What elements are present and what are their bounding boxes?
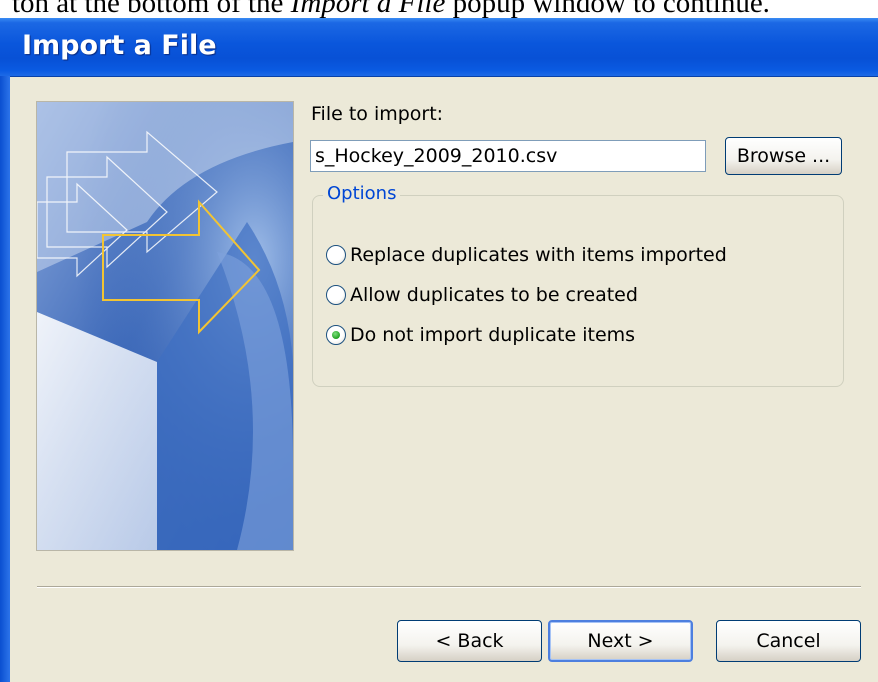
- browse-button[interactable]: Browse ...: [725, 137, 842, 175]
- wizard-banner-image: [36, 101, 294, 551]
- next-button[interactable]: Next >: [548, 620, 693, 662]
- radio-no-duplicates[interactable]: [326, 325, 346, 345]
- window-title: Import a File: [22, 30, 217, 61]
- doc-text-emphasis: Import a File: [290, 0, 446, 19]
- cancel-button[interactable]: Cancel: [716, 620, 861, 662]
- document-instruction-text: ton at the bottom of the Import a File p…: [0, 0, 878, 20]
- file-path-input[interactable]: [310, 140, 706, 172]
- option-label-allow: Allow duplicates to be created: [350, 284, 638, 306]
- radio-replace-duplicates[interactable]: [326, 245, 346, 265]
- option-allow-duplicates[interactable]: Allow duplicates to be created: [326, 282, 638, 308]
- options-legend: Options: [323, 183, 401, 204]
- radio-allow-duplicates[interactable]: [326, 285, 346, 305]
- option-no-duplicates[interactable]: Do not import duplicate items: [326, 322, 635, 348]
- doc-text-prefix: ton at the bottom of the: [12, 0, 291, 19]
- footer-divider-highlight: [37, 587, 861, 588]
- title-bar[interactable]: Import a File: [0, 18, 878, 77]
- option-label-no-duplicates: Do not import duplicate items: [350, 324, 636, 346]
- doc-text-suffix: popup window to continue.: [445, 0, 770, 19]
- banner-graphic: [37, 102, 293, 550]
- window-left-frame: [0, 76, 10, 682]
- option-replace-duplicates[interactable]: Replace duplicates with items imported: [326, 242, 727, 268]
- file-to-import-label: File to import:: [311, 103, 444, 125]
- back-button[interactable]: < Back: [397, 620, 542, 662]
- option-label-replace: Replace duplicates with items imported: [350, 244, 727, 266]
